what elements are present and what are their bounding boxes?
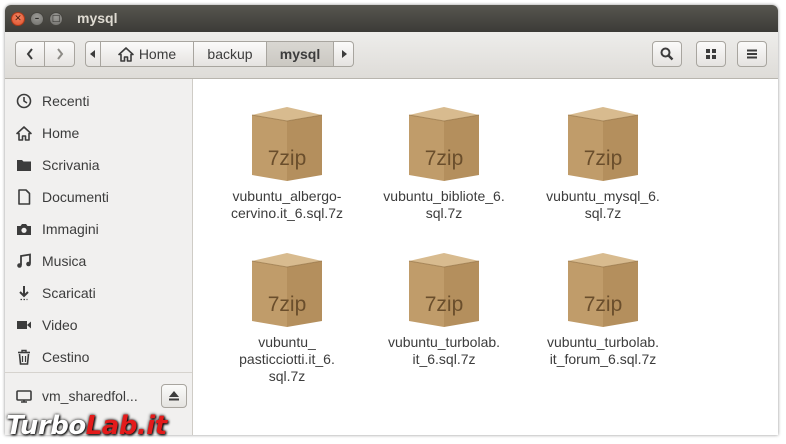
chevron-left-icon	[26, 48, 33, 60]
window-title: mysql	[77, 10, 118, 26]
grid-view-button[interactable]	[696, 41, 726, 67]
clock-icon	[15, 92, 33, 110]
drive-icon	[15, 387, 33, 405]
sidebar-item-label: Documenti	[42, 189, 109, 205]
breadcrumb-mysql-label: mysql	[279, 46, 321, 62]
file-name: vubuntu_ pasticciotti.it_6. sql.7z	[239, 334, 335, 384]
sidebar-item-label: Immagini	[42, 221, 99, 237]
file-name: vubuntu_turbolab. it_6.sql.7z	[387, 334, 501, 367]
sidebar: Recenti Home Scrivania Documenti Immagin…	[5, 79, 193, 435]
sidebar-item-scaricati[interactable]: Scaricati	[5, 277, 192, 309]
file-manager-window: ✕ – □ mysql Home backup mysql Recenti Ho…	[5, 5, 778, 435]
sidebar-item-label: Scrivania	[42, 157, 100, 173]
sidebar-item-label: Video	[42, 317, 78, 333]
sidebar-item-home[interactable]: Home	[5, 117, 192, 149]
7zip-archive-icon: 7zip	[567, 253, 639, 327]
turbolab-watermark: TurboLab.it	[6, 411, 167, 441]
sidebar-item-cestino[interactable]: Cestino	[5, 341, 192, 373]
file-name: vubuntu_turbolab. it_forum_6.sql.7z	[546, 334, 660, 367]
breadcrumb-backup-label: backup	[207, 46, 253, 62]
sidebar-item-label: Recenti	[42, 93, 90, 109]
watermark-part-2: Lab.it	[85, 411, 167, 441]
back-button[interactable]	[15, 41, 45, 67]
folder-icon	[15, 156, 33, 174]
archive-icon-label: 7zip	[425, 147, 464, 170]
triangle-right-icon	[341, 50, 347, 58]
file-item[interactable]: 7zip vubuntu_albergo- cervino.it_6.sql.7…	[212, 105, 362, 222]
eject-button[interactable]	[161, 384, 187, 408]
breadcrumb-mysql[interactable]: mysql	[267, 41, 334, 67]
forward-button[interactable]	[45, 41, 75, 67]
file-item[interactable]: 7zip vubuntu_turbolab. it_forum_6.sql.7z	[528, 251, 678, 368]
menu-button[interactable]	[737, 41, 767, 67]
sidebar-separator	[5, 372, 192, 373]
file-item[interactable]: 7zip vubuntu_turbolab. it_6.sql.7z	[369, 251, 519, 368]
document-icon	[15, 188, 33, 206]
7zip-archive-icon: 7zip	[408, 253, 480, 327]
home-icon	[15, 124, 33, 142]
camera-icon	[15, 220, 33, 238]
file-grid: 7zip vubuntu_albergo- cervino.it_6.sql.7…	[193, 79, 778, 435]
search-button[interactable]	[652, 41, 682, 67]
eject-icon	[169, 391, 179, 401]
minimize-window-button[interactable]: –	[30, 12, 44, 26]
file-item[interactable]: 7zip vubuntu_mysql_6. sql.7z	[528, 105, 678, 222]
sidebar-item-label: Musica	[42, 253, 87, 269]
file-item[interactable]: 7zip vubuntu_ pasticciotti.it_6. sql.7z	[212, 251, 362, 385]
file-item[interactable]: 7zip vubuntu_bibliote_6. sql.7z	[369, 105, 519, 222]
music-icon	[15, 252, 33, 270]
file-name: vubuntu_mysql_6. sql.7z	[546, 188, 660, 221]
trash-icon	[15, 348, 33, 366]
sidebar-item-recenti[interactable]: Recenti	[5, 85, 192, 117]
archive-icon-label: 7zip	[584, 293, 623, 316]
breadcrumb-scroll-right-button[interactable]	[334, 41, 354, 67]
breadcrumb-scroll-left-button[interactable]	[85, 41, 101, 67]
grid-icon	[706, 49, 716, 59]
video-icon	[15, 316, 33, 334]
title-bar: ✕ – □ mysql	[5, 5, 778, 32]
7zip-archive-icon: 7zip	[408, 107, 480, 181]
sidebar-item-label: Home	[42, 125, 80, 141]
toolbar: Home backup mysql	[5, 32, 778, 79]
sidebar-item-immagini[interactable]: Immagini	[5, 213, 192, 245]
sidebar-item-scrivania[interactable]: Scrivania	[5, 149, 192, 181]
7zip-archive-icon: 7zip	[251, 253, 323, 327]
close-window-button[interactable]: ✕	[11, 12, 25, 26]
triangle-left-icon	[90, 50, 95, 58]
chevron-right-icon	[56, 48, 63, 60]
search-icon	[660, 47, 674, 61]
sidebar-item-label: Cestino	[42, 349, 90, 365]
watermark-part-1: Turbo	[6, 411, 86, 441]
sidebar-item-documenti[interactable]: Documenti	[5, 181, 192, 213]
file-name: vubuntu_bibliote_6. sql.7z	[383, 188, 505, 221]
breadcrumb-home[interactable]: Home	[101, 41, 194, 67]
maximize-window-button[interactable]: □	[49, 12, 63, 26]
file-name: vubuntu_albergo- cervino.it_6.sql.7z	[230, 188, 344, 221]
breadcrumb-backup[interactable]: backup	[194, 41, 267, 67]
breadcrumb-home-label: Home	[138, 46, 177, 62]
sidebar-item-vm-sharedfolder[interactable]: vm_sharedfol...	[5, 380, 155, 412]
sidebar-item-video[interactable]: Video	[5, 309, 192, 341]
download-icon	[15, 284, 33, 302]
hamburger-icon	[747, 49, 757, 59]
sidebar-item-label: Scaricati	[42, 285, 96, 301]
sidebar-item-musica[interactable]: Musica	[5, 245, 192, 277]
7zip-archive-icon: 7zip	[567, 107, 639, 181]
7zip-archive-icon: 7zip	[251, 107, 323, 181]
archive-icon-label: 7zip	[584, 147, 623, 170]
archive-icon-label: 7zip	[425, 293, 464, 316]
archive-icon-label: 7zip	[268, 293, 307, 316]
archive-icon-label: 7zip	[268, 147, 307, 170]
home-icon	[118, 46, 134, 62]
sidebar-item-label: vm_sharedfol...	[42, 388, 138, 404]
